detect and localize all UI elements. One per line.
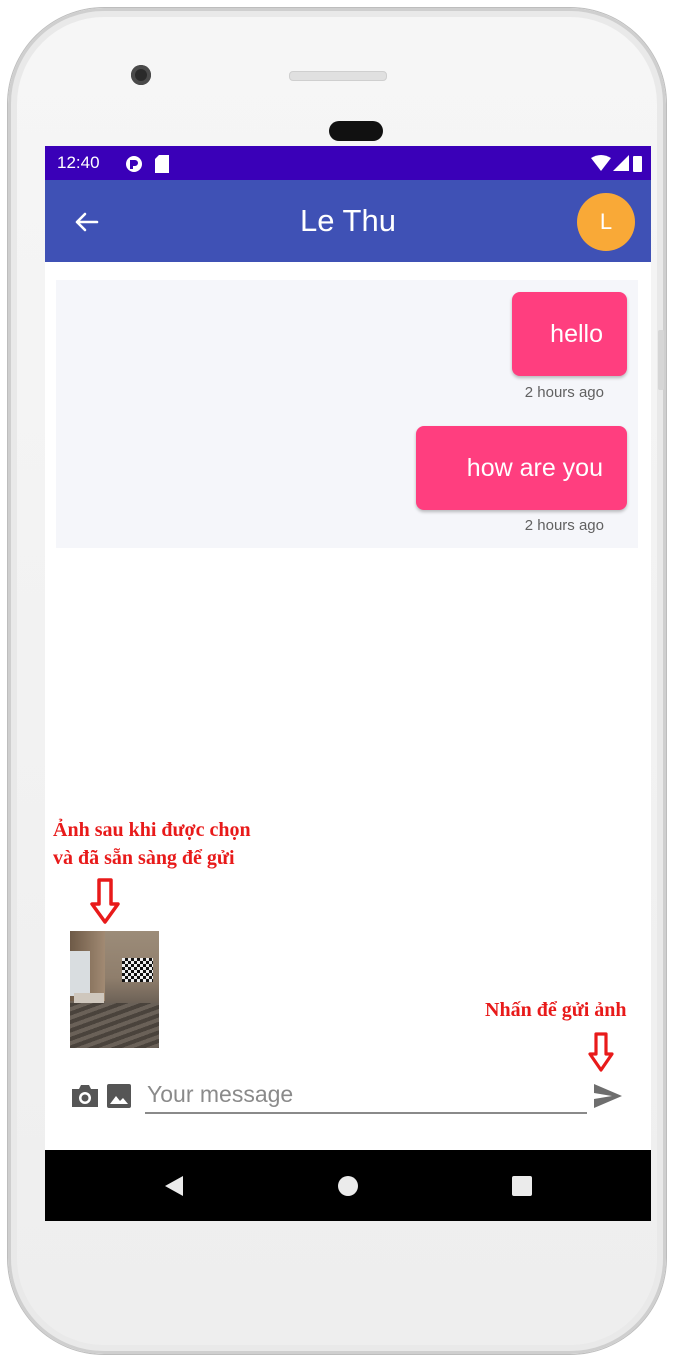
speaker-slit [289,71,387,81]
message-bubble[interactable]: how are you [416,426,627,510]
nav-home-icon[interactable] [338,1176,358,1196]
message-timestamp: 2 hours ago [524,384,604,401]
chat-area: hello 2 hours ago how are you 2 hours ag… [56,280,638,548]
message-text: how are you [466,453,603,482]
earpiece [329,121,383,141]
avatar[interactable]: L [577,193,635,251]
image-icon[interactable] [106,1083,132,1109]
status-bar: 12:40 [45,146,651,180]
annotation-image-selected: Ảnh sau khi được chọn và đã sẵn sàng để … [53,816,251,872]
message-text: hello [550,319,603,348]
sync-icon [126,156,142,172]
app-bar: Le Thu L [45,180,651,262]
front-camera [131,65,151,85]
sd-card-icon [155,155,169,173]
navigation-bar [45,1150,651,1221]
arrow-down-annotation-icon [90,878,120,924]
annotation-line: Ảnh sau khi được chọn [53,819,251,841]
battery-icon [633,156,642,172]
nav-recent-icon[interactable] [512,1176,532,1196]
message-composer [70,1076,630,1116]
wifi-icon [591,155,611,171]
selected-image-preview[interactable] [70,931,159,1048]
camera-icon[interactable] [70,1083,100,1109]
volume-button [658,330,664,390]
nav-back-icon[interactable] [165,1176,183,1196]
page-title: Le Thu [300,203,396,238]
annotation-line: và đã sẵn sàng để gửi [53,847,235,869]
message-bubble[interactable]: hello [512,292,627,376]
send-icon[interactable] [592,1082,624,1110]
message-input[interactable] [145,1076,587,1114]
message-timestamp: 2 hours ago [524,517,604,534]
arrow-down-annotation-icon [588,1032,614,1072]
status-time: 12:40 [57,153,100,172]
signal-icon [613,155,629,171]
annotation-send: Nhấn để gửi ảnh [485,999,627,1021]
screen: 12:40 Le Thu L hello 2 hours ago how are… [45,146,651,1221]
